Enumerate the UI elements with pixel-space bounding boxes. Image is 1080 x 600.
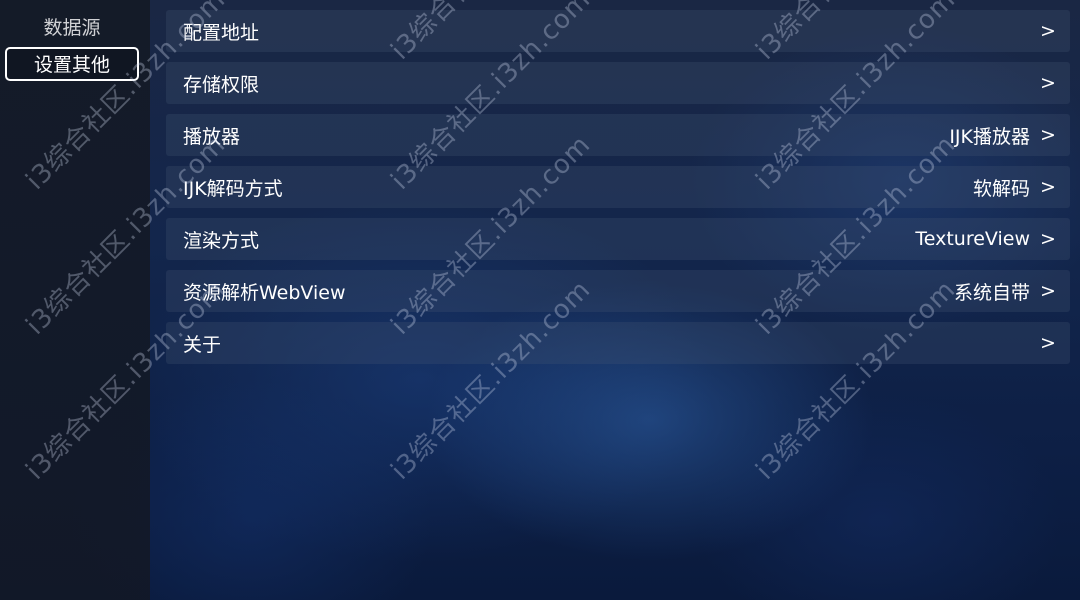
row-label: 渲染方式 [183,229,260,252]
chevron-right-icon: > [1040,228,1056,250]
settings-row-config-address[interactable]: 配置地址 > [166,10,1070,52]
row-value: IJK播放器 [949,125,1030,148]
settings-row-about[interactable]: 关于 > [166,322,1070,364]
row-label: 关于 [183,333,222,356]
row-label: 播放器 [183,125,241,148]
settings-row-ijk-decoding[interactable]: IJK解码方式 软解码 > [166,166,1070,208]
chevron-right-icon: > [1040,176,1056,198]
settings-row-player[interactable]: 播放器 IJK播放器 > [166,114,1070,156]
row-label: 存储权限 [183,73,260,96]
sidebar-item-label: 设置其他 [33,54,110,76]
chevron-right-icon: > [1040,280,1056,302]
settings-list: 配置地址 > 存储权限 > 播放器 IJK播放器 > IJK解码方式 软解码 >… [166,10,1070,374]
sidebar-item-label: 数据源 [43,17,101,39]
settings-row-storage-permission[interactable]: 存储权限 > [166,62,1070,104]
row-label: 配置地址 [183,21,260,44]
row-value: 系统自带 [953,281,1030,304]
chevron-right-icon: > [1040,332,1056,354]
sidebar: 数据源 设置其他 [0,0,150,600]
chevron-right-icon: > [1040,124,1056,146]
row-value: TextureView [915,228,1030,250]
sidebar-item-data-source[interactable]: 数据源 [5,12,139,46]
chevron-right-icon: > [1040,72,1056,94]
settings-row-render-mode[interactable]: 渲染方式 TextureView > [166,218,1070,260]
row-label: 资源解析WebView [183,281,346,304]
row-value: 软解码 [972,177,1030,200]
settings-row-webview[interactable]: 资源解析WebView 系统自带 > [166,270,1070,312]
row-label: IJK解码方式 [183,177,283,200]
chevron-right-icon: > [1040,20,1056,42]
sidebar-item-other-settings[interactable]: 设置其他 [5,47,139,81]
